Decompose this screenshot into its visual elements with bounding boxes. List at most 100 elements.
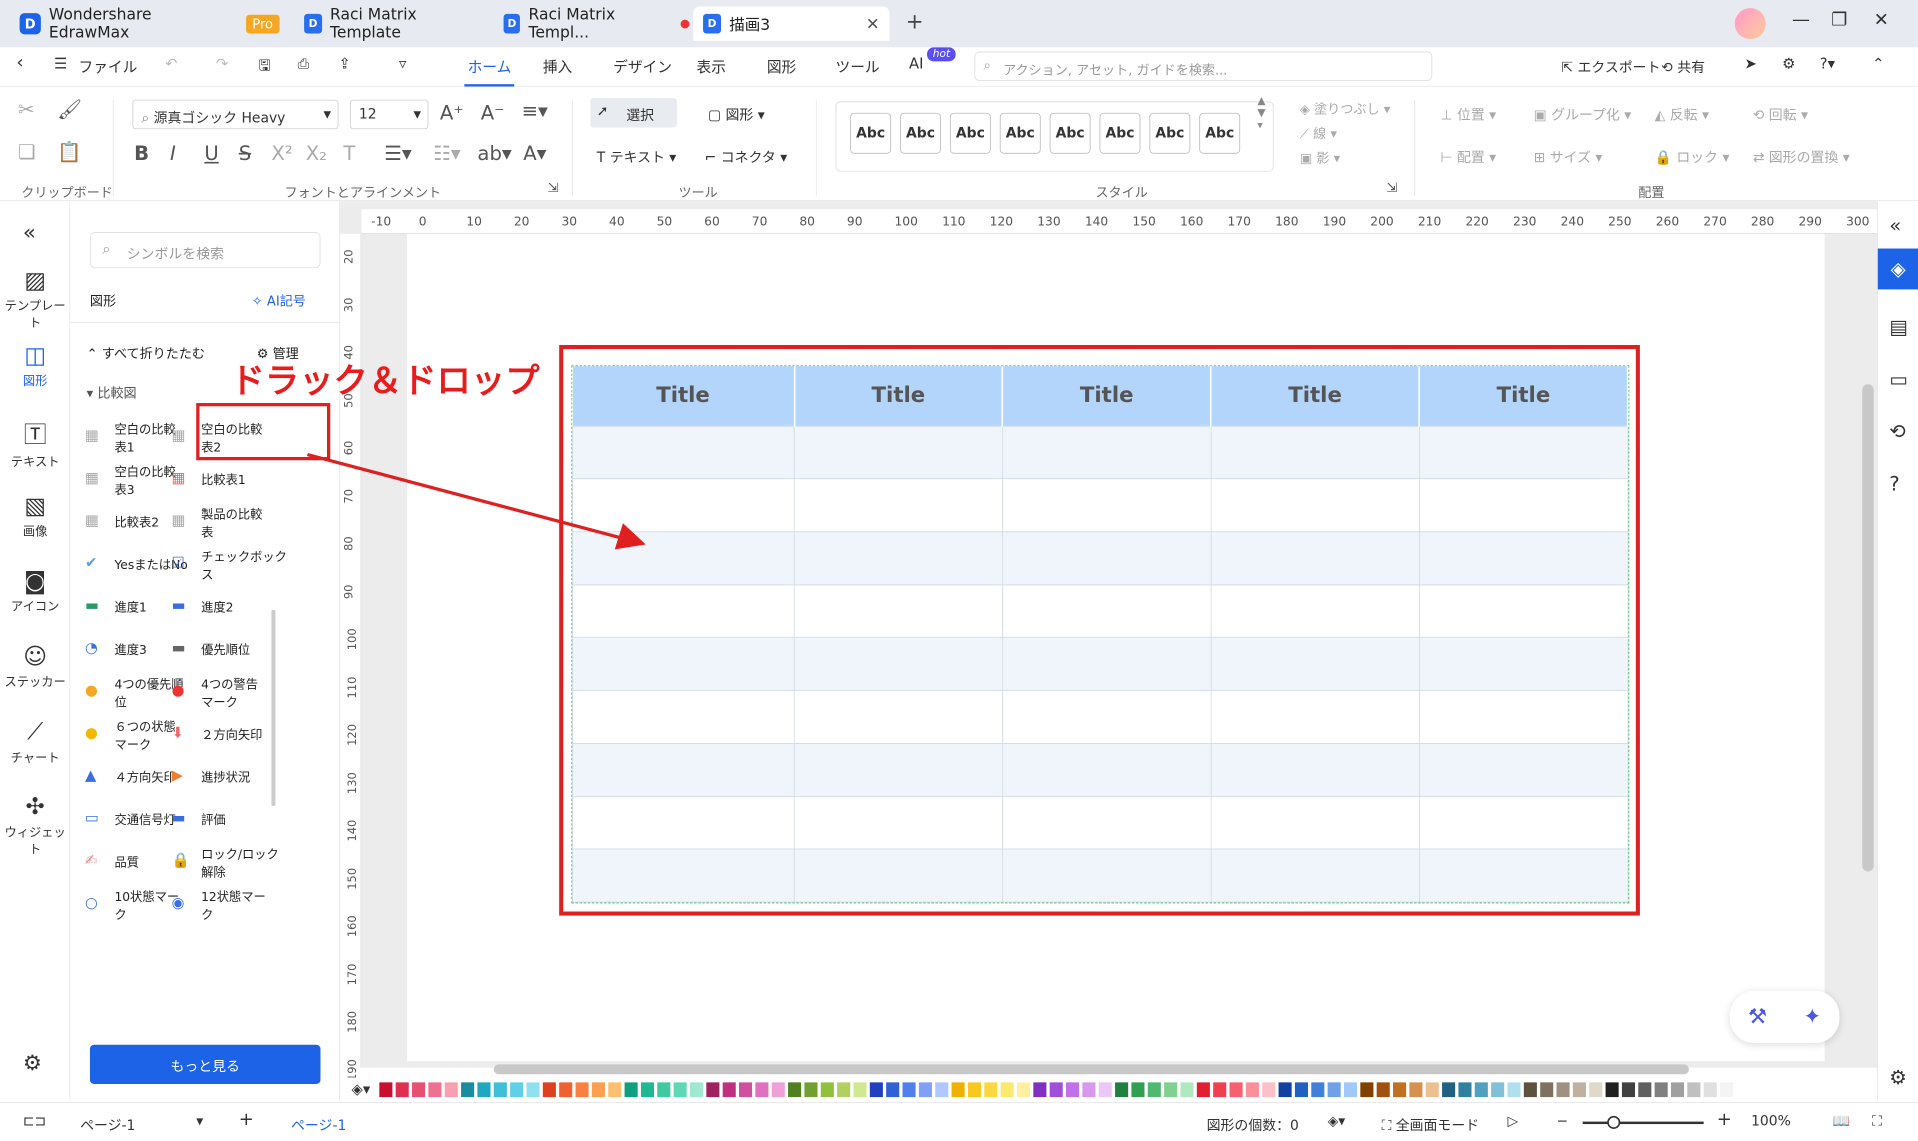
color-swatch[interactable] — [886, 1082, 900, 1098]
zoom-slider-handle[interactable] — [1607, 1115, 1621, 1129]
color-swatch[interactable] — [412, 1082, 426, 1098]
color-swatch[interactable] — [1294, 1082, 1308, 1098]
color-swatch[interactable] — [1147, 1082, 1161, 1098]
color-swatch[interactable] — [1343, 1082, 1358, 1098]
color-swatch[interactable] — [624, 1082, 638, 1098]
color-swatch[interactable] — [739, 1082, 753, 1098]
color-swatch[interactable] — [1180, 1082, 1194, 1098]
color-swatch[interactable] — [1687, 1082, 1701, 1098]
color-swatch[interactable] — [804, 1082, 818, 1098]
color-swatch[interactable] — [1605, 1082, 1619, 1098]
color-swatch[interactable] — [1491, 1082, 1505, 1098]
color-swatch[interactable] — [1066, 1082, 1080, 1098]
color-swatch[interactable] — [1311, 1082, 1325, 1098]
color-swatch[interactable] — [984, 1082, 998, 1098]
color-swatch[interactable] — [771, 1082, 785, 1098]
color-swatch[interactable] — [640, 1082, 654, 1098]
color-swatch[interactable] — [1115, 1082, 1129, 1098]
color-swatch[interactable] — [1229, 1082, 1243, 1098]
fit-page-icon[interactable]: ⛶ — [1872, 1113, 1882, 1129]
color-swatch[interactable] — [542, 1082, 556, 1098]
color-swatch[interactable] — [510, 1082, 524, 1098]
color-swatch[interactable] — [689, 1082, 704, 1098]
color-swatch[interactable] — [461, 1082, 475, 1098]
zoom-out-icon[interactable]: − — [1557, 1113, 1569, 1129]
color-swatch[interactable] — [935, 1082, 949, 1098]
zoom-slider[interactable] — [1582, 1121, 1704, 1125]
color-swatch[interactable] — [1033, 1082, 1047, 1098]
color-swatch[interactable] — [1098, 1082, 1112, 1098]
color-swatch[interactable] — [853, 1082, 867, 1098]
color-swatch[interactable] — [591, 1082, 605, 1098]
color-swatch[interactable] — [1621, 1082, 1635, 1098]
color-swatch[interactable] — [477, 1082, 491, 1098]
page-tab[interactable]: ページ-1 — [291, 1113, 346, 1134]
color-swatch[interactable] — [1425, 1082, 1439, 1098]
color-swatch[interactable] — [1393, 1082, 1407, 1098]
settings-icon[interactable]: ⚙ — [1889, 1066, 1907, 1089]
color-swatch[interactable] — [1458, 1082, 1472, 1098]
color-swatch[interactable] — [1442, 1082, 1456, 1098]
color-swatch[interactable] — [657, 1082, 671, 1098]
color-swatch[interactable] — [1196, 1082, 1210, 1098]
color-swatch[interactable] — [526, 1082, 540, 1098]
help-icon[interactable]: ? — [1889, 473, 1899, 496]
color-swatch[interactable] — [608, 1082, 622, 1098]
color-swatch[interactable] — [1638, 1082, 1652, 1098]
color-swatch[interactable] — [559, 1082, 573, 1098]
color-swatch[interactable] — [1245, 1082, 1259, 1098]
color-swatch[interactable] — [379, 1082, 393, 1098]
zoom-in-icon[interactable]: + — [1717, 1109, 1732, 1129]
book-icon[interactable]: 📖 — [1833, 1113, 1850, 1129]
chevron-down-icon[interactable]: ▾ — [196, 1113, 203, 1129]
color-swatch[interactable] — [1556, 1082, 1570, 1098]
color-swatch[interactable] — [1720, 1082, 1734, 1098]
color-swatch[interactable] — [722, 1082, 736, 1098]
color-swatch[interactable] — [918, 1082, 932, 1098]
color-swatch[interactable] — [1670, 1082, 1685, 1098]
color-swatch[interactable] — [1000, 1082, 1014, 1098]
color-swatch[interactable] — [1082, 1082, 1096, 1098]
color-swatch[interactable] — [493, 1082, 507, 1098]
color-swatch[interactable] — [967, 1082, 981, 1098]
color-swatch[interactable] — [1360, 1082, 1374, 1098]
play-icon[interactable]: ▷ — [1507, 1113, 1518, 1129]
presentation-icon[interactable]: ▭ — [1889, 368, 1908, 391]
color-swatch[interactable] — [1278, 1082, 1292, 1098]
color-swatch[interactable] — [428, 1082, 442, 1098]
horizontal-scrollbar[interactable] — [493, 1064, 1689, 1075]
color-swatch[interactable] — [951, 1082, 965, 1098]
zoom-level[interactable]: 100% — [1751, 1113, 1791, 1129]
expand-panel-icon[interactable]: « — [1889, 214, 1901, 237]
color-swatch[interactable] — [1213, 1082, 1227, 1098]
color-swatch[interactable] — [837, 1082, 851, 1098]
magic-wand-icon[interactable]: ⚒ — [1748, 1005, 1767, 1030]
color-swatch[interactable] — [1049, 1082, 1063, 1098]
color-swatch[interactable] — [706, 1082, 720, 1098]
color-swatch[interactable] — [1262, 1082, 1276, 1098]
vertical-scrollbar[interactable] — [1862, 384, 1874, 872]
color-swatch[interactable] — [1409, 1082, 1423, 1098]
color-swatch[interactable] — [788, 1082, 802, 1098]
history-icon[interactable]: ⟲ — [1889, 420, 1905, 443]
color-swatch[interactable] — [1474, 1082, 1488, 1098]
page-select[interactable]: ページ-1 — [80, 1113, 135, 1134]
page-props-icon[interactable]: ▤ — [1889, 316, 1908, 339]
panel-toggle-icon[interactable]: ⊏⊐ — [23, 1113, 46, 1129]
color-swatch[interactable] — [820, 1082, 834, 1098]
color-swatch[interactable] — [1540, 1082, 1554, 1098]
layers-icon[interactable]: ◈▾ — [1328, 1113, 1346, 1129]
color-swatch[interactable] — [1507, 1082, 1521, 1098]
color-swatch[interactable] — [673, 1082, 687, 1098]
color-swatch[interactable] — [444, 1082, 458, 1098]
color-swatch[interactable] — [869, 1082, 883, 1098]
fill-bucket-icon[interactable]: ◈▾ — [352, 1081, 371, 1098]
color-swatch[interactable] — [1589, 1082, 1603, 1098]
color-swatch[interactable] — [1131, 1082, 1145, 1098]
add-page-icon[interactable]: + — [239, 1109, 254, 1129]
color-swatch[interactable] — [1327, 1082, 1341, 1098]
fullscreen-button[interactable]: ⛶ 全画面モード — [1382, 1113, 1480, 1134]
color-swatch[interactable] — [902, 1082, 916, 1098]
color-swatch[interactable] — [1703, 1082, 1717, 1098]
color-swatch[interactable] — [1376, 1082, 1390, 1098]
